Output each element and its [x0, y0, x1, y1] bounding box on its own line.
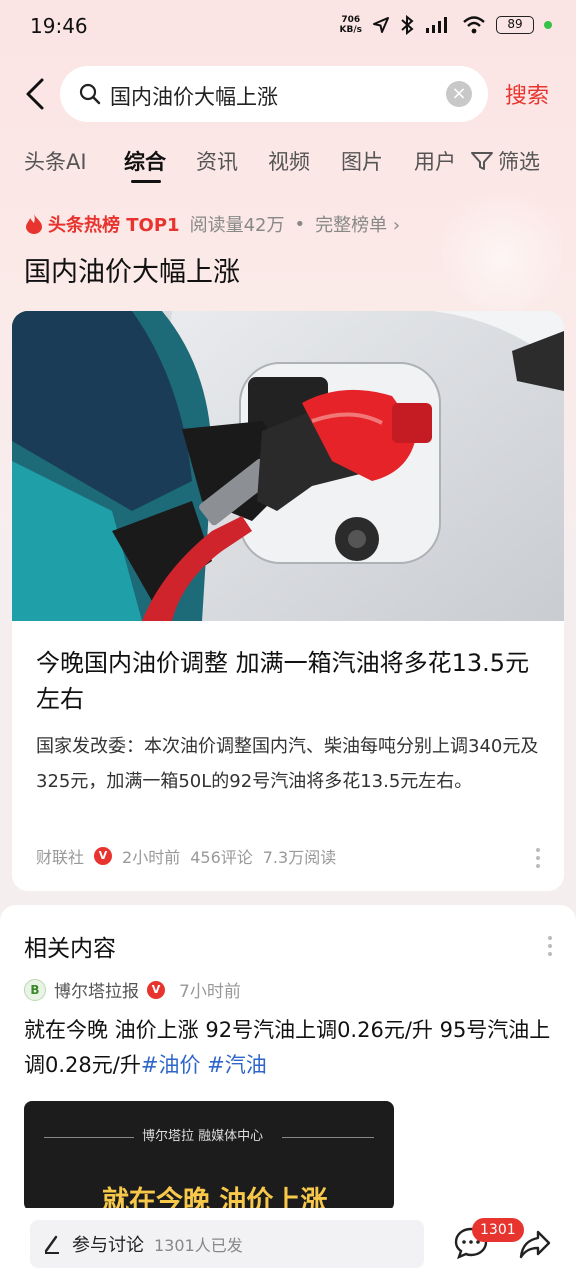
wifi-icon: [463, 16, 485, 34]
article-time: 2小时前: [122, 848, 181, 867]
filter-button[interactable]: 筛选: [470, 146, 540, 176]
share-icon[interactable]: [518, 1228, 552, 1260]
related-post-body: 就在今晚 油价上涨 92号汽油上调0.26元/升 95号汽油上调0.28元/升: [24, 1018, 551, 1077]
filter-icon: [471, 152, 493, 170]
pen-icon: [44, 1235, 59, 1254]
status-icons: 706 KB/s 89: [340, 15, 552, 35]
page-title: 国内油价大幅上涨: [24, 257, 240, 288]
related-more-icon[interactable]: [546, 935, 554, 957]
tab-images[interactable]: 图片: [341, 146, 383, 176]
privacy-dot-icon: [544, 21, 552, 29]
related-video-thumbnail[interactable]: 博尔塔拉 融媒体中心 就在今晚 油价上涨: [24, 1101, 394, 1211]
fuel-nozzle-photo: [12, 311, 564, 621]
thumb-divider: [282, 1137, 374, 1138]
hot-list-badge: 头条热榜 TOP1: [48, 215, 180, 236]
net-speed-value: 706: [341, 15, 361, 25]
full-list-link[interactable]: 完整榜单 ›: [315, 211, 400, 237]
comment-count-badge: 1301: [472, 1218, 524, 1242]
verified-badge-icon: V: [94, 847, 113, 865]
author-name[interactable]: 博尔塔拉报: [54, 977, 139, 1002]
hashtag-gasoline[interactable]: #汽油: [207, 1053, 267, 1077]
hashtag-oil-price[interactable]: #油价: [141, 1053, 201, 1077]
flame-icon: [26, 214, 42, 234]
article-reads: 7.3万阅读: [262, 848, 337, 867]
discuss-label: 参与讨论: [72, 1235, 144, 1256]
net-speed-unit: KB/s: [339, 25, 362, 35]
bluetooth-icon: [401, 15, 414, 35]
tab-users[interactable]: 用户: [414, 146, 456, 176]
location-icon: [373, 17, 389, 33]
status-bar: 19:46 706 KB/s 89: [0, 0, 576, 56]
filter-label: 筛选: [498, 150, 540, 174]
tab-toutiao-ai[interactable]: 头条AI: [24, 146, 87, 176]
search-icon: [79, 83, 101, 105]
hot-read-count: 阅读量42万: [189, 215, 285, 236]
article-summary: 国家发改委：本次油价调整国内汽、柴油每吨分别上调340元及325元，加满一箱50…: [36, 736, 539, 792]
discuss-count: 1301人已发: [154, 1236, 243, 1255]
article-title[interactable]: 今晚国内油价调整 加满一箱汽油将多花13.5元左右: [36, 645, 546, 717]
author-avatar[interactable]: B: [24, 978, 46, 1001]
hot-list-row[interactable]: 头条热榜 TOP1 阅读量42万 • 完整榜单 ›: [24, 211, 400, 237]
search-query[interactable]: 国内油价大幅上涨: [110, 81, 278, 111]
search-button[interactable]: 搜索: [505, 78, 549, 110]
related-author-row[interactable]: B 博尔塔拉报 V 7小时前: [24, 977, 241, 1002]
related-heading: 相关内容: [24, 936, 116, 962]
clear-icon[interactable]: ×: [446, 81, 472, 107]
status-time: 19:46: [30, 14, 88, 38]
thumb-brand: 博尔塔拉 融媒体中心: [142, 1129, 264, 1144]
bottom-bar: 参与讨论 1301人已发 1301: [0, 1208, 576, 1280]
related-time: 7小时前: [179, 982, 241, 1002]
more-options-icon[interactable]: [534, 847, 542, 869]
active-tab-indicator: [131, 180, 161, 183]
hd-signal-icon: [426, 17, 447, 33]
join-discussion-input[interactable]: 参与讨论 1301人已发: [30, 1220, 424, 1268]
article-card[interactable]: 今晚国内油价调整 加满一箱汽油将多花13.5元左右 国家发改委：本次油价调整国内…: [12, 311, 564, 891]
related-post-text[interactable]: 就在今晚 油价上涨 92号汽油上调0.26元/升 95号汽油上调0.28元/升#…: [24, 1013, 554, 1083]
thumb-headline: 就在今晚 油价上涨: [102, 1186, 328, 1211]
tab-video[interactable]: 视频: [268, 146, 310, 176]
net-speed: 706 KB/s: [340, 15, 362, 35]
hot-separator: •: [294, 213, 306, 235]
verified-badge-icon: V: [147, 980, 165, 999]
search-input[interactable]: 国内油价大幅上涨 ×: [60, 66, 488, 122]
thumb-divider: [44, 1137, 134, 1138]
tab-comprehensive[interactable]: 综合: [124, 146, 166, 176]
back-arrow-icon[interactable]: [22, 76, 52, 112]
article-source[interactable]: 财联社: [36, 844, 84, 868]
tab-news[interactable]: 资讯: [196, 146, 238, 176]
battery-icon: 89: [496, 16, 534, 34]
article-meta: 财联社 V 2小时前 456评论 7.3万阅读: [36, 844, 336, 868]
article-comments: 456评论: [190, 848, 253, 867]
